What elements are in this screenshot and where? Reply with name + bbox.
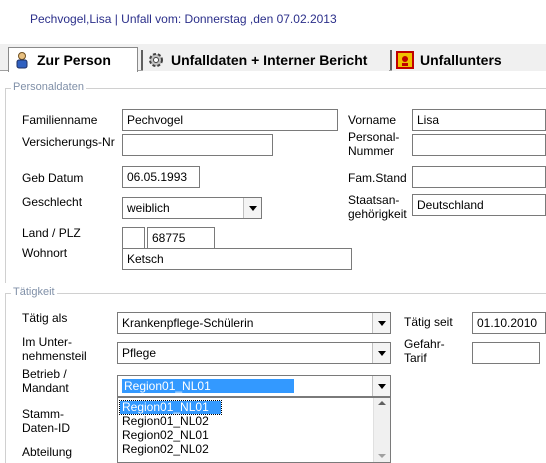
land-field[interactable] — [122, 227, 145, 249]
gefahrtarif-label-line1: Gefahr- — [404, 337, 445, 351]
gefahrtarif-label-line2: Tarif — [404, 351, 427, 365]
chevron-down-icon[interactable] — [243, 198, 261, 218]
landplz-label: Land / PLZ — [22, 226, 81, 240]
chevron-down-icon[interactable] — [372, 343, 390, 363]
dropdown-option[interactable]: Region01_NL02 — [120, 415, 211, 428]
gebdatum-field[interactable]: 06.05.1993 — [122, 166, 200, 188]
personalnummer-field[interactable] — [412, 134, 546, 156]
tab-label: Unfalldaten + Interner Bericht — [171, 51, 368, 68]
group-border — [5, 88, 546, 89]
group-border — [5, 293, 6, 463]
abteilung-label: Abteilung — [22, 445, 73, 459]
gefahrtarif-field[interactable] — [472, 342, 540, 364]
scroll-up-icon[interactable] — [378, 401, 386, 405]
geschlecht-select[interactable]: weiblich — [122, 197, 262, 219]
personalnummer-label-line2: Nummer — [348, 144, 395, 158]
personalnummer-label-line1: Personal- — [348, 130, 400, 144]
taetig-als-select[interactable]: Krankenpflege-Schülerin — [117, 312, 391, 334]
window-header: Pechvogel,Lisa | Unfall vom: Donnerstag … — [0, 0, 546, 44]
staatsangehoerigkeit-field[interactable]: Deutschland — [412, 194, 546, 216]
scroll-down-icon[interactable] — [378, 454, 386, 458]
window-title: Pechvogel,Lisa | Unfall vom: Donnerstag … — [30, 12, 337, 26]
betrieb-label-line2: Mandant — [22, 381, 69, 395]
staatsangehoerigkeit-label-line1: Staatsan- — [348, 193, 400, 207]
betrieb-value: Region01_NL01 — [122, 379, 294, 393]
gebdatum-label: Geb Datum — [22, 171, 84, 185]
tab-label: Unfallunters — [420, 51, 502, 68]
unternehmensteil-label-line1: Im Unter- — [22, 335, 73, 349]
plz-field[interactable]: 68775 — [147, 227, 215, 249]
group-border — [5, 88, 6, 283]
versicherungsnr-field[interactable] — [122, 134, 273, 156]
famstand-label: Fam.Stand — [348, 171, 407, 185]
staatsangehoerigkeit-label-line2: gehörigkeit — [348, 207, 407, 221]
gear-icon — [147, 51, 165, 69]
vorname-field[interactable]: Lisa — [412, 109, 546, 131]
geschlecht-label: Geschlecht — [22, 195, 83, 209]
betrieb-label-line1: Betrieb / — [22, 367, 67, 381]
famstand-field[interactable] — [412, 166, 546, 188]
unternehmensteil-value: Pflege — [122, 346, 157, 360]
group-label-personaldaten: Personaldaten — [11, 81, 86, 93]
taetig-seit-label: Tätig seit — [404, 315, 453, 329]
chevron-down-icon[interactable] — [372, 313, 390, 333]
taetig-als-value: Krankenpflege-Schülerin — [122, 316, 254, 330]
dropdown-option[interactable]: Region02_NL01 — [120, 429, 211, 442]
dropdown-option[interactable]: Region02_NL02 — [120, 443, 211, 456]
tab-label: Zur Person — [37, 52, 111, 68]
stammdaten-label-line2: Daten-ID — [22, 421, 71, 435]
warning-sign-icon — [396, 50, 414, 69]
stammdaten-label-line1: Stamm- — [22, 407, 64, 421]
chevron-down-icon[interactable] — [372, 376, 390, 396]
unternehmensteil-select[interactable]: Pflege — [117, 342, 391, 364]
tab-unfalluntersuchung[interactable]: Unfallunters — [392, 48, 546, 71]
dropdown-option[interactable]: Region01_NL01 — [119, 400, 222, 415]
vorname-label: Vorname — [348, 113, 397, 127]
geschlecht-value: weiblich — [127, 201, 170, 215]
dropdown-scrollbar[interactable] — [373, 398, 390, 462]
betrieb-select[interactable]: Region01_NL01 — [117, 375, 391, 397]
unternehmensteil-label-line2: nehmensteil — [22, 349, 87, 363]
tab-unfalldaten[interactable]: Unfalldaten + Interner Bericht — [143, 48, 389, 71]
familienname-label: Familienname — [22, 113, 98, 127]
familienname-field[interactable]: Pechvogel — [122, 109, 338, 131]
tab-zur-person[interactable]: Zur Person — [8, 47, 138, 72]
wohnort-field[interactable]: Ketsch — [122, 248, 352, 270]
wohnort-label: Wohnort — [22, 246, 68, 260]
group-border — [5, 293, 546, 294]
taetig-als-label: Tätig als — [22, 311, 68, 325]
group-label-taetigkeit: Tätigkeit — [11, 286, 57, 298]
person-icon — [13, 51, 31, 69]
versicherungsnr-label: Versicherungs-Nr — [22, 135, 115, 149]
betrieb-dropdown-list[interactable]: Region01_NL01 Region01_NL02 Region02_NL0… — [117, 397, 391, 463]
tab-strip: Zur Person Unfalldaten + Interner Berich… — [0, 44, 546, 72]
taetig-seit-field[interactable]: 01.10.2010 — [472, 312, 546, 334]
